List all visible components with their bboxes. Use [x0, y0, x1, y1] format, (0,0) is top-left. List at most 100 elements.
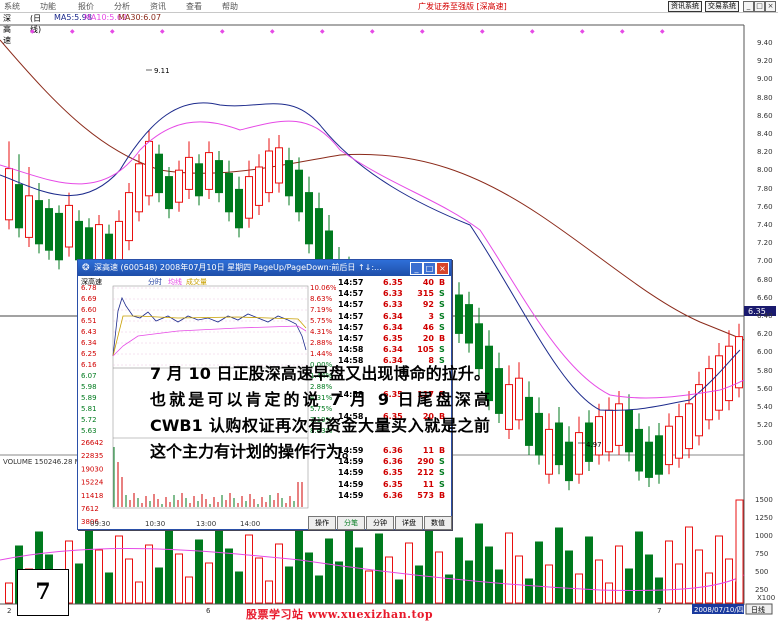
dialog-price-label: 5.63 — [81, 427, 97, 435]
dialog-price-label: 6.34 — [81, 339, 97, 347]
volume-axis-label: 1000 — [755, 532, 773, 540]
price-axis-label: 9.00 — [757, 75, 773, 84]
candle — [685, 403, 693, 450]
price-axis-label: 6.60 — [757, 293, 773, 302]
candle — [575, 432, 583, 475]
dialog-pct-label: 10.06% — [310, 284, 336, 292]
tick-row: 14:57 6.35 20 B — [336, 334, 450, 344]
volume-bar — [295, 529, 303, 604]
candle — [665, 425, 673, 466]
volume-bar — [85, 526, 93, 604]
volume-bar — [415, 565, 423, 604]
price-axis-label: 8.80 — [757, 93, 773, 102]
candle — [235, 188, 243, 229]
tick-time: 14:57 — [338, 278, 364, 287]
price-axis-label: 8.40 — [757, 130, 773, 138]
price-axis-label: 5.20 — [757, 421, 773, 430]
volume-bar — [335, 561, 343, 604]
volume-bar — [605, 582, 613, 604]
volume-bar — [185, 576, 193, 604]
candle — [145, 140, 153, 197]
date-tag-text: 2008/07/10/四 — [694, 606, 744, 614]
dialog-tab-fenshi[interactable]: 分时 — [148, 277, 162, 286]
tick-side: S — [439, 468, 445, 478]
volume-bar — [625, 568, 633, 604]
price-axis-label: 5.40 — [757, 403, 773, 411]
volume-bar — [135, 581, 143, 604]
dialog-bottom-tab[interactable]: 操作 — [308, 516, 336, 530]
dialog-time-label: 13:00 — [196, 520, 216, 528]
tick-row: 14:59 6.35 11 S — [336, 480, 450, 490]
volume-bar — [5, 582, 13, 604]
volume-bar — [355, 547, 363, 604]
candle — [205, 152, 213, 190]
volume-bar — [595, 559, 603, 604]
candle — [545, 428, 553, 475]
price-axis-label: 7.40 — [757, 221, 773, 229]
candle — [675, 416, 683, 459]
tick-volume: 573 — [417, 490, 434, 500]
dialog-price-label: 6.78 — [81, 284, 97, 292]
price-axis-label: 5.00 — [757, 439, 773, 448]
price-axis-label: 9.40 — [757, 39, 773, 47]
volume-bar — [95, 549, 103, 604]
tick-time: 14:59 — [338, 468, 364, 478]
dialog-bottom-tab[interactable]: 分笔 — [337, 516, 365, 530]
dialog-minimize-button[interactable]: _ — [410, 262, 423, 275]
volume-bar — [425, 528, 433, 604]
candle — [535, 412, 543, 456]
price-axis-label: 8.60 — [757, 111, 773, 120]
volume-bar — [175, 553, 183, 604]
tick-time: 14:58 — [338, 345, 364, 355]
candle — [495, 368, 503, 414]
tick-time: 14:57 — [338, 289, 364, 299]
tick-time: 14:57 — [338, 322, 364, 332]
volume-bar — [285, 566, 293, 604]
signal-mark: ◆ — [220, 28, 225, 35]
price-axis-label: 7.80 — [757, 184, 773, 193]
candle — [55, 212, 63, 261]
volume-bar — [525, 578, 533, 604]
dialog-price-label: 5.98 — [81, 383, 97, 391]
volume-bar — [675, 563, 683, 604]
volume-bar — [155, 567, 163, 604]
tick-time: 14:57 — [338, 311, 364, 321]
signal-mark: ◆ — [370, 28, 375, 35]
dialog-tab-volume[interactable]: 成交量 — [186, 277, 207, 286]
volume-bar — [105, 572, 113, 604]
price-axis-label: 6.40 — [757, 312, 773, 320]
candle — [275, 147, 283, 184]
dialog-bottom-tab[interactable]: 详盘 — [395, 516, 423, 530]
tick-volume: 11 — [422, 479, 434, 489]
signal-mark: ◆ — [580, 28, 585, 35]
price-axis-label: 7.60 — [757, 202, 773, 211]
price-axis-label: 8.20 — [757, 148, 773, 157]
candle — [95, 224, 103, 262]
tick-row: 14:57 6.35 40 B — [336, 278, 450, 288]
dialog-titlebar[interactable]: ❂ 深高速 (600548) 2008年07月10日 星期四 PageUp/Pa… — [78, 260, 451, 276]
dialog-maximize-button[interactable]: □ — [423, 262, 436, 275]
dialog-bottom-tab[interactable]: 数值 — [424, 516, 452, 530]
dialog-price-label: 5.89 — [81, 394, 97, 402]
candle — [625, 409, 633, 453]
volume-bar — [325, 538, 333, 604]
signal-mark: ◆ — [110, 28, 115, 35]
tick-time: 14:59 — [338, 490, 364, 500]
volume-bar — [705, 572, 713, 604]
dialog-bottom-tab[interactable]: 分钟 — [366, 516, 394, 530]
candle — [655, 435, 663, 475]
candle — [175, 169, 183, 203]
dialog-pct-label: 8.63% — [310, 295, 333, 303]
x-label-2: 6 — [206, 607, 211, 615]
candle — [715, 355, 723, 411]
volume-bar — [275, 543, 283, 604]
dialog-tab-junxian[interactable]: 均线 — [168, 277, 182, 286]
price-axis-label: 5.80 — [757, 366, 773, 375]
tick-volume: 315 — [417, 289, 434, 299]
dialog-time-label: 14:00 — [240, 520, 260, 528]
dialog-vol-label: 26642 — [81, 439, 103, 447]
dialog-close-button[interactable]: × — [436, 262, 449, 275]
dialog-price-label: 6.16 — [81, 361, 97, 369]
volume-axis-label: 1250 — [755, 514, 773, 522]
volume-bar — [225, 548, 233, 604]
